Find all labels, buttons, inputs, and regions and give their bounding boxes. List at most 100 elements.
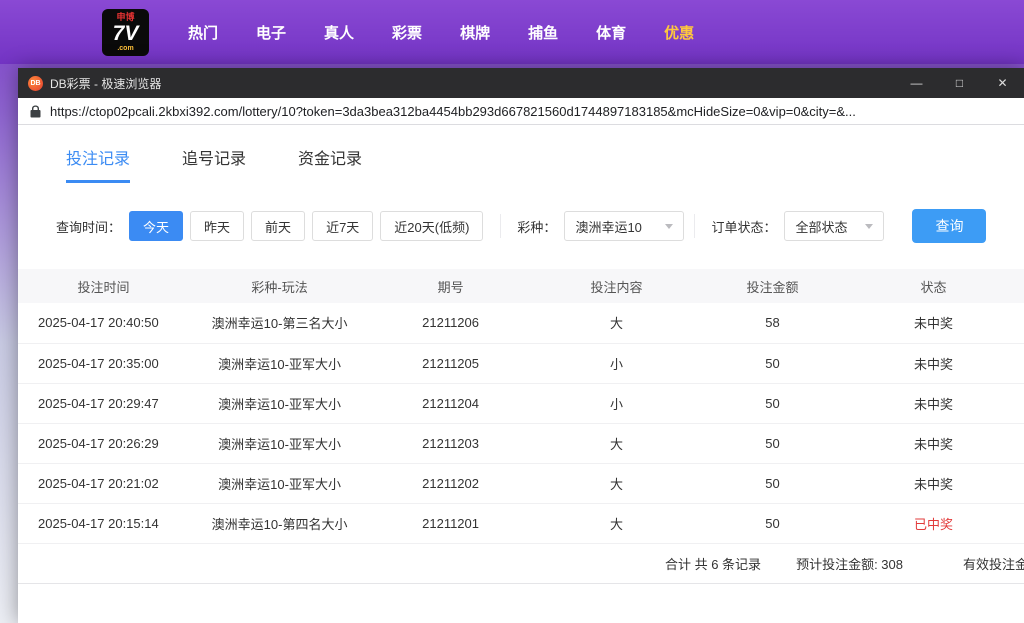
time-filter-group: 今天 昨天 前天 近7天 近20天(低频): [129, 211, 490, 241]
main-nav: 热门 电子 真人 彩票 棋牌 捕鱼 体育 优惠: [169, 22, 713, 43]
search-button[interactable]: 查询: [912, 209, 987, 243]
nav-item[interactable]: 真人: [305, 22, 373, 43]
time-filter-button[interactable]: 近20天(低频): [380, 211, 484, 241]
page-content: 投注记录 追号记录 资金记录 查询时间： 今天 昨天 前天 近7天 近20天(低频) 彩种：…: [18, 125, 1024, 623]
lottery-select-value: 澳洲幸运10: [575, 219, 642, 235]
logo-top-text: 申博: [116, 11, 135, 22]
bet-status: 未中奖: [842, 303, 1024, 344]
time-filter-button[interactable]: 近7天: [312, 211, 374, 241]
nav-item[interactable]: 电子: [237, 22, 305, 43]
bet-status: 未中奖: [842, 383, 1024, 424]
divider: [694, 214, 696, 238]
column-header: 投注时间: [18, 269, 190, 303]
bet-time: 2025-04-17 20:40:50: [18, 303, 190, 344]
bet-amount: 50: [702, 343, 843, 384]
column-header: 彩种-玩法: [189, 269, 371, 303]
chevron-down-icon: [865, 223, 874, 229]
game-type: 澳洲幸运10-亚军大小: [189, 423, 371, 464]
table-row: 2025-04-17 20:29:47 澳洲幸运10-亚军大小 21211204 小 5…: [18, 383, 1024, 424]
url-text: https://ctop02pcali.2kbxi392.com/lottery…: [50, 103, 856, 119]
nav-item[interactable]: 捕鱼: [509, 22, 577, 43]
issue-number: 21211206: [370, 303, 532, 344]
nav-item[interactable]: 棋牌: [441, 22, 509, 43]
issue-number: 21211204: [370, 383, 532, 424]
game-type: 澳洲幸运10-第四名大小: [189, 503, 371, 544]
table-row: 2025-04-17 20:15:14 澳洲幸运10-第四名大小 21211201 大…: [18, 503, 1024, 544]
filter-bar: 查询时间： 今天 昨天 前天 近7天 近20天(低频) 彩种： 澳洲幸运10 订单状态：…: [56, 209, 1024, 243]
window-controls: — □ ✕: [895, 68, 1024, 98]
nav-item[interactable]: 优惠: [645, 22, 713, 43]
lottery-select[interactable]: 澳洲幸运10: [564, 211, 685, 241]
site-header: 申博 7V .com 热门 电子 真人 彩票 棋牌 捕鱼 体育 优惠: [0, 0, 1024, 64]
lottery-filter-label: 彩种：: [517, 219, 557, 235]
bet-content: 大: [531, 463, 703, 504]
table-header-row: 投注时间 彩种-玩法 期号 投注内容 投注金额 状态: [18, 269, 1024, 303]
bet-content: 大: [531, 503, 703, 544]
time-filter-label: 查询时间：: [56, 219, 122, 235]
bet-records-table: 投注时间 彩种-玩法 期号 投注内容 投注金额 状态 2025-04-17 20:40:5…: [18, 269, 1024, 544]
summary-bar: 合计 共 6 条记录 预计投注金额: 308 有效投注金: [18, 544, 1024, 584]
maximize-button[interactable]: □: [938, 68, 981, 98]
bet-time: 2025-04-17 20:35:00: [18, 343, 190, 384]
bet-amount: 50: [702, 503, 843, 544]
game-type: 澳洲幸运10-亚军大小: [189, 383, 371, 424]
table-row: 2025-04-17 20:35:00 澳洲幸运10-亚军大小 21211205 小 5…: [18, 343, 1024, 384]
issue-number: 21211202: [370, 463, 532, 504]
address-bar[interactable]: https://ctop02pcali.2kbxi392.com/lottery…: [18, 98, 1024, 125]
issue-number: 21211201: [370, 503, 532, 544]
bet-time: 2025-04-17 20:26:29: [18, 423, 190, 464]
nav-item[interactable]: 体育: [577, 22, 645, 43]
expected-bet-amount: 预计投注金额: 308: [796, 556, 903, 572]
game-type: 澳洲幸运10-亚军大小: [189, 343, 371, 384]
issue-number: 21211203: [370, 423, 532, 464]
nav-item[interactable]: 彩票: [373, 22, 441, 43]
issue-number: 21211205: [370, 343, 532, 384]
chevron-down-icon: [665, 223, 674, 229]
order-status-select[interactable]: 全部状态: [784, 211, 885, 241]
game-type: 澳洲幸运10-亚军大小: [189, 463, 371, 504]
bet-content: 大: [531, 303, 703, 344]
game-type: 澳洲幸运10-第三名大小: [189, 303, 371, 344]
close-button[interactable]: ✕: [981, 68, 1024, 98]
column-header: 期号: [370, 269, 532, 303]
app-badge-icon: DB: [28, 75, 43, 91]
bet-amount: 50: [702, 463, 843, 504]
site-logo[interactable]: 申博 7V .com: [102, 8, 149, 56]
lock-icon[interactable]: [30, 105, 41, 118]
bet-status: 已中奖: [842, 503, 1024, 544]
browser-window: DB DB彩票 - 极速浏览器 — □ ✕ https://ctop02pcal…: [18, 68, 1024, 623]
record-count: 合计 共 6 条记录: [664, 556, 762, 572]
time-filter-button[interactable]: 昨天: [190, 211, 245, 241]
bet-content: 大: [531, 423, 703, 464]
bet-amount: 50: [702, 423, 843, 464]
time-filter-button[interactable]: 今天: [129, 211, 184, 241]
bet-amount: 50: [702, 383, 843, 424]
bet-time: 2025-04-17 20:21:02: [18, 463, 190, 504]
bet-content: 小: [531, 383, 703, 424]
tab[interactable]: 资金记录: [298, 145, 362, 183]
table-row: 2025-04-17 20:26:29 澳洲幸运10-亚军大小 21211203 大 5…: [18, 423, 1024, 464]
bet-content: 小: [531, 343, 703, 384]
bet-time: 2025-04-17 20:15:14: [18, 503, 190, 544]
table-row: 2025-04-17 20:21:02 澳洲幸运10-亚军大小 21211202 大 5…: [18, 463, 1024, 504]
valid-bet-amount: 有效投注金: [962, 556, 1024, 572]
browser-title-bar: DB DB彩票 - 极速浏览器 — □ ✕: [18, 68, 1024, 98]
bet-time: 2025-04-17 20:29:47: [18, 383, 190, 424]
tab[interactable]: 投注记录: [66, 145, 131, 183]
table-body: 2025-04-17 20:40:50 澳洲幸运10-第三名大小 21211206 大…: [18, 303, 1024, 544]
bet-amount: 58: [702, 303, 843, 344]
nav-item[interactable]: 热门: [169, 22, 237, 43]
status-filter-label: 订单状态：: [711, 219, 777, 235]
time-filter-button[interactable]: 前天: [251, 211, 306, 241]
tab[interactable]: 追号记录: [182, 145, 246, 183]
table-row: 2025-04-17 20:40:50 澳洲幸运10-第三名大小 21211206 大…: [18, 303, 1024, 344]
column-header: 投注内容: [531, 269, 703, 303]
bet-status: 未中奖: [842, 423, 1024, 464]
bet-status: 未中奖: [842, 343, 1024, 384]
minimize-button[interactable]: —: [895, 68, 938, 98]
logo-sub-text: .com: [117, 44, 134, 52]
divider: [500, 214, 502, 238]
order-status-select-value: 全部状态: [795, 219, 848, 235]
bet-status: 未中奖: [842, 463, 1024, 504]
window-title: DB彩票 - 极速浏览器: [50, 76, 162, 91]
